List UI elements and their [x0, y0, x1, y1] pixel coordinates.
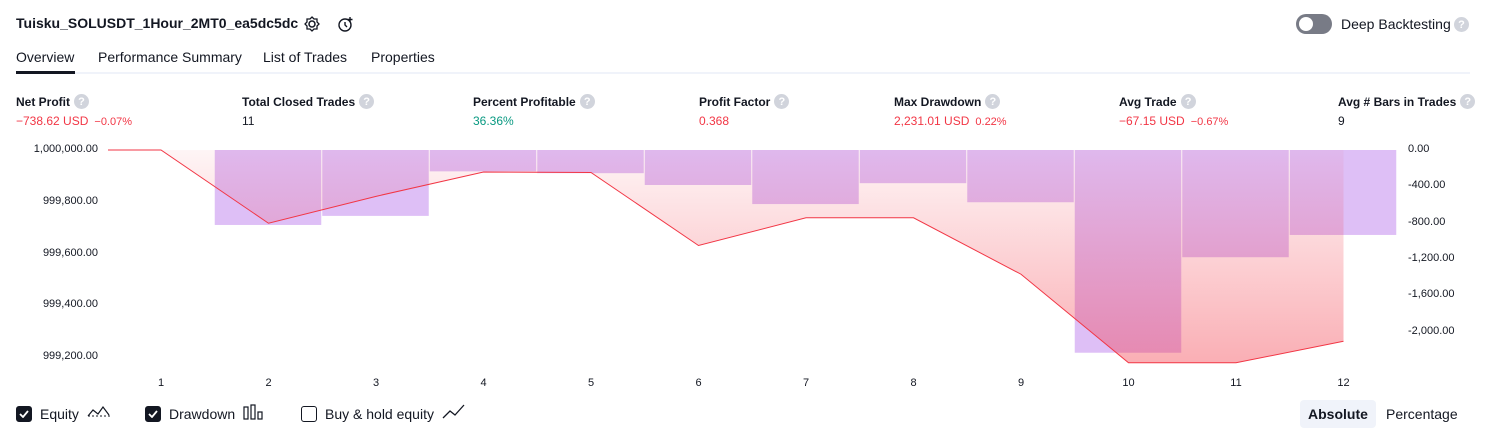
legend-label: Buy & hold equity — [325, 405, 434, 422]
legend-drawdown[interactable]: Drawdown — [145, 404, 265, 423]
drawdown-bar — [644, 150, 752, 185]
info-icon[interactable]: ? — [1180, 94, 1196, 109]
drawdown-bar — [1182, 150, 1289, 258]
drawdown-bar — [967, 150, 1074, 203]
strategy-title: Tuisku_SOLUSDT_1Hour_2MT0_ea5dc5dc — [16, 15, 299, 31]
metric-label: Percent Profitable — [473, 94, 576, 109]
toggle-knob — [1299, 17, 1313, 31]
legend-label: Equity — [40, 405, 79, 422]
left-axis-tick: 999,800.00 — [42, 194, 98, 207]
metric-value: −738.62 USD — [16, 114, 89, 128]
tab-list-of-trades[interactable]: List of Trades — [263, 49, 347, 65]
right-axis-tick: -800.00 — [1408, 215, 1446, 228]
x-axis-tick: 5 — [587, 377, 595, 389]
metric-max-drawdown: Max Drawdown? 2,231.01 USD 0.22% — [894, 94, 1007, 128]
left-axis-tick: 999,600.00 — [42, 246, 98, 259]
metric-label: Net Profit — [16, 94, 70, 109]
metric-percent: 0.22% — [975, 116, 1007, 128]
tab-properties[interactable]: Properties — [371, 49, 435, 65]
settings-gear-icon[interactable] — [302, 14, 322, 34]
metric-label: Max Drawdown — [894, 94, 982, 109]
drawdown-bar — [1074, 150, 1182, 353]
x-axis-tick: 3 — [372, 377, 380, 389]
metric-value: 36.36% — [473, 114, 514, 128]
chart-canvas — [108, 149, 1397, 364]
buy-hold-checkbox[interactable] — [301, 405, 317, 422]
drawdown-bar — [752, 150, 859, 205]
left-axis-tick: 1,000,000.00 — [33, 143, 98, 155]
x-axis-tick: 1 — [157, 377, 165, 389]
drawdown-bar — [429, 150, 537, 172]
drawdown-bar — [537, 150, 644, 174]
metric-value: 9 — [1338, 114, 1345, 128]
left-axis-tick: 999,200.00 — [42, 350, 98, 363]
x-axis-tick: 12 — [1337, 377, 1350, 389]
right-axis-tick: -2,000.00 — [1408, 324, 1455, 337]
x-axis-tick: 9 — [1017, 377, 1025, 389]
equity-area — [108, 150, 1344, 363]
absolute-button[interactable]: Absolute — [1300, 400, 1376, 428]
metric-value: 11 — [242, 114, 255, 128]
info-icon[interactable]: ? — [1460, 94, 1476, 109]
info-icon[interactable]: ? — [74, 94, 89, 109]
metric-profit-factor: Profit Factor? 0.368 — [699, 94, 790, 128]
metric-value: 0.368 — [699, 114, 730, 128]
active-tab-indicator — [16, 71, 75, 74]
tab-performance-summary[interactable]: Performance Summary — [98, 49, 242, 65]
drawdown-bar — [1289, 150, 1397, 235]
drawdown-checkbox[interactable] — [145, 405, 161, 422]
metric-label: Avg # Bars in Trades — [1338, 94, 1457, 109]
legend-equity[interactable]: Equity — [16, 404, 111, 423]
drawdown-bars-icon — [243, 404, 265, 423]
legend-buy-hold[interactable]: Buy & hold equity — [301, 404, 466, 423]
right-axis-tick: -400.00 — [1408, 179, 1446, 192]
right-axis-tick: -1,600.00 — [1408, 288, 1455, 301]
equity-line-icon — [87, 404, 111, 423]
x-axis-tick: 7 — [802, 377, 810, 389]
deep-backtesting-toggle[interactable] — [1296, 14, 1332, 34]
metric-avg-trade: Avg Trade? −67.15 USD −0.67% — [1119, 94, 1228, 128]
buy-hold-line-icon — [442, 404, 466, 423]
x-axis-tick: 2 — [265, 377, 272, 389]
metric-label: Avg Trade — [1119, 94, 1177, 109]
legend-label: Drawdown — [169, 405, 236, 422]
left-axis-tick: 999,400.00 — [42, 298, 98, 311]
metric-value: 2,231.01 USD — [894, 114, 970, 128]
tabs-divider — [16, 72, 1470, 74]
drawdown-bar — [322, 150, 429, 216]
deep-backtesting-label: Deep Backtesting — [1341, 16, 1451, 32]
drawdown-bar — [214, 150, 322, 225]
info-icon[interactable]: ? — [774, 94, 790, 109]
info-icon[interactable]: ? — [359, 94, 375, 109]
metric-label: Profit Factor — [699, 94, 771, 109]
info-icon[interactable]: ? — [579, 94, 595, 109]
x-axis-tick: 8 — [910, 377, 917, 389]
tab-overview[interactable]: Overview — [16, 49, 74, 65]
percentage-button[interactable]: Percentage — [1378, 400, 1466, 428]
info-icon[interactable]: ? — [985, 94, 1001, 109]
right-axis-tick: -1,200.00 — [1408, 252, 1455, 265]
metric-value: −67.15 USD — [1119, 114, 1185, 128]
x-axis-tick: 6 — [695, 377, 702, 389]
right-axis-tick: 0.00 — [1408, 143, 1430, 155]
x-axis-tick: 10 — [1122, 377, 1135, 389]
metric-percent: −0.67% — [1190, 116, 1229, 128]
equity-chart: 1,000,000.00 999,800.00 999,600.00 999,400.… — [0, 0, 1486, 438]
metric-avg-bars-in-trades: Avg # Bars in Trades? 9 — [1338, 94, 1476, 128]
equity-line — [108, 149, 1344, 364]
metric-net-profit: Net Profit? −738.62 USD −0.07% — [16, 94, 132, 128]
metric-percent: −0.07% — [94, 116, 133, 128]
x-axis-tick: 11 — [1230, 377, 1242, 389]
equity-checkbox[interactable] — [16, 405, 32, 422]
metric-label: Total Closed Trades — [242, 94, 356, 109]
add-alert-icon[interactable] — [336, 14, 356, 34]
x-axis-tick: 4 — [480, 377, 487, 389]
metric-percent-profitable: Percent Profitable? 36.36% — [473, 94, 595, 128]
deep-backtesting-help-icon[interactable]: ? — [1454, 17, 1469, 32]
drawdown-bar — [859, 150, 967, 184]
metric-total-closed-trades: Total Closed Trades? 11 — [242, 94, 375, 128]
